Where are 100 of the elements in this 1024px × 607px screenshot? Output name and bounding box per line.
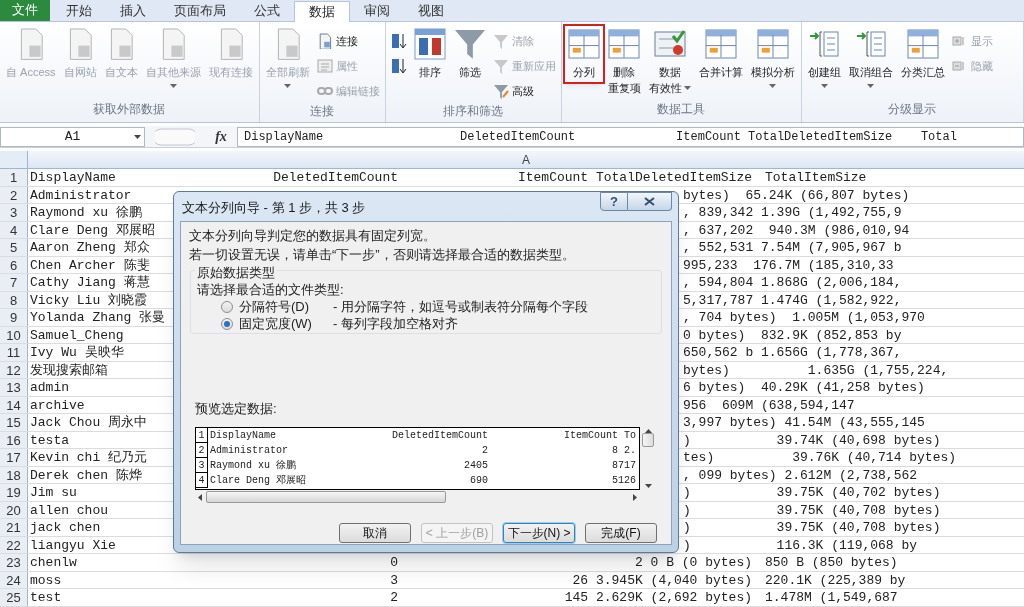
table-cell-text: 6 bytes) 40.29K (41,258 bytes) xyxy=(683,379,926,396)
table-cell-text: Raymond xu 徐鹏 xyxy=(29,204,143,221)
preview-cell-text: 2405 xyxy=(463,459,488,473)
row-header[interactable]: 17 xyxy=(0,449,28,466)
table-cell-text: Derek chen 陈烨 xyxy=(29,466,143,483)
row-header[interactable]: 25 xyxy=(0,589,28,606)
table-cell-text: Ivy Wu 吴映华 xyxy=(29,344,125,361)
table-cell-text: , 637,202 940.3M (986,010,94 xyxy=(683,221,911,238)
row-number: 1 xyxy=(196,428,208,443)
row-header[interactable]: 15 xyxy=(0,414,28,431)
table-cell-text: 发现搜索邮箱 xyxy=(29,361,109,378)
insert-function-button[interactable]: fx xyxy=(209,126,233,147)
group-label: 连接 xyxy=(309,103,335,120)
scrollbar-thumb[interactable] xyxy=(206,491,446,503)
group-icon xyxy=(808,28,840,60)
row-header[interactable]: 11 xyxy=(0,344,28,361)
formula-field[interactable]: DisplayName DeletedItemCount ItemCount TotalDeletedItemSize Total xyxy=(237,126,1024,147)
table-cell-text: Cathy Jiang 蒋慧 xyxy=(29,274,151,291)
table-icon xyxy=(906,28,939,60)
dialog-button[interactable]: 完成(F) xyxy=(585,523,657,543)
radio-button[interactable] xyxy=(221,300,233,313)
ribbon-tab[interactable]: 审阅 xyxy=(350,0,404,21)
table-cell-text: allen chou xyxy=(29,501,109,518)
radio-button[interactable] xyxy=(221,317,233,330)
table-cell-text: bytes) 1.635G (1,755,224, xyxy=(683,361,950,378)
table-cell-text: Aaron Zheng 郑众 xyxy=(29,239,151,256)
option-description: - 用分隔字符，如逗号或制表符分隔每个字段 xyxy=(333,297,588,316)
table-cell-text: liangyu Xie xyxy=(29,536,117,553)
column-header[interactable]: A xyxy=(28,151,1024,168)
row-header[interactable]: 19 xyxy=(0,484,28,501)
ribbon-button[interactable]: 取消组合 xyxy=(845,26,896,90)
name-box[interactable]: A1 xyxy=(0,126,145,147)
group-label: 数据工具 xyxy=(656,101,706,118)
row-header[interactable]: 9 xyxy=(0,309,28,326)
row-header[interactable]: 13 xyxy=(0,379,28,396)
table-icon xyxy=(608,28,640,60)
ribbon-tab[interactable]: 视图 xyxy=(404,0,458,21)
dialog-button[interactable]: 下一步(N) > xyxy=(503,523,575,543)
scroll-left-icon xyxy=(198,493,202,501)
row-header[interactable]: 1 xyxy=(0,169,28,186)
group-label: 排序和筛选 xyxy=(442,103,504,120)
table-icon xyxy=(756,28,789,60)
table-cell-text: moss xyxy=(29,571,63,588)
funnel-icon xyxy=(492,58,509,74)
table-cell-text: ) 116.3K (119,068 by xyxy=(683,536,919,553)
ribbon-button[interactable]: 合并计算 xyxy=(695,26,746,82)
table-cell-text: chenlw xyxy=(29,554,78,571)
table-cell-text: ) 39.75K (40,708 bytes) xyxy=(683,519,942,536)
row-number: 4 xyxy=(196,473,208,488)
group-icon xyxy=(854,28,887,60)
row-header[interactable]: 3 xyxy=(0,204,28,221)
table-cell-text: test xyxy=(29,589,63,606)
funnel-icon xyxy=(492,33,509,49)
table-cell-text: bytes) 65.24K (66,807 bytes) xyxy=(683,186,911,203)
row-header[interactable]: 7 xyxy=(0,274,28,291)
ribbon-button[interactable]: 连接 xyxy=(314,30,382,52)
help-button[interactable]: ? xyxy=(600,192,628,211)
row-header[interactable]: 5 xyxy=(0,239,28,256)
table-cell-text: 0 xyxy=(389,554,398,571)
table-cell-text: TotalItemSize xyxy=(764,169,868,186)
row-header[interactable]: 23 xyxy=(0,554,28,571)
ribbon-button[interactable]: 分列 xyxy=(564,26,603,82)
checkmark-icon xyxy=(653,28,686,60)
scrollbar-thumb[interactable] xyxy=(642,433,654,447)
table-cell-text: 5,317,787 1.474G (1,582,922, xyxy=(683,291,903,308)
table-cell-text: Samuel_Cheng xyxy=(29,326,125,343)
table-cell-text: testa xyxy=(29,431,70,448)
row-number: 2 xyxy=(196,443,208,458)
dialog-button[interactable]: 取消 xyxy=(339,523,411,543)
table-cell-text: Clare Deng 邓展昭 xyxy=(29,221,156,238)
ribbon-button[interactable]: 分类汇总 xyxy=(897,26,948,82)
ribbon-button[interactable]: 筛选 xyxy=(450,26,489,82)
ribbon-tab[interactable]: 公式 xyxy=(240,0,294,21)
ribbon-tab[interactable]: 数据 xyxy=(294,1,350,22)
table-cell-text: ItemCount TotalDeletedItemSize xyxy=(516,169,752,186)
ribbon-tab[interactable]: 页面布局 xyxy=(160,0,240,21)
table-cell-text: tes) 39.76K (40,714 bytes) xyxy=(683,449,958,466)
close-button[interactable] xyxy=(628,192,672,211)
ribbon-button[interactable]: 高级 xyxy=(490,80,558,102)
ribbon-tab[interactable]: 开始 xyxy=(52,0,106,21)
instruction-text: 文本分列向导判定您的数据具有固定列宽。 xyxy=(189,227,437,245)
table-cell-text: 850 B (850 bytes) xyxy=(764,554,899,571)
table-cell-text: , 839,342 1.39G (1,492,755,9 xyxy=(683,204,903,221)
preview-cell-text: 690 xyxy=(469,474,488,488)
option-description: - 每列字段加空格对齐 xyxy=(333,314,458,333)
ribbon-button[interactable]: 排序 xyxy=(410,26,449,82)
cell-reference: A1 xyxy=(63,127,82,146)
ribbon-button[interactable]: 创建组 xyxy=(804,26,844,90)
list-icon xyxy=(316,58,333,74)
instruction-text: 若一切设置无误，请单击“下一步”，否则请选择最合适的数据类型。 xyxy=(189,246,576,264)
preview-cell-text: Administrator xyxy=(209,444,289,458)
ribbon-button[interactable]: 删除 重复项 xyxy=(604,26,644,98)
ribbon-button[interactable]: 数据 有效性 xyxy=(645,26,694,98)
table-cell-text: 0 bytes) 832.9K (852,853 by xyxy=(683,326,903,343)
preview-cell-text: 8717 xyxy=(611,459,636,473)
file-tab[interactable]: 文件 xyxy=(0,0,50,21)
ribbon-tab[interactable]: 插入 xyxy=(106,0,160,21)
row-header[interactable]: 21 xyxy=(0,519,28,536)
ribbon-button[interactable]: 模拟分析 xyxy=(747,26,798,90)
table-cell-text: Chen Archer 陈斐 xyxy=(29,256,151,273)
